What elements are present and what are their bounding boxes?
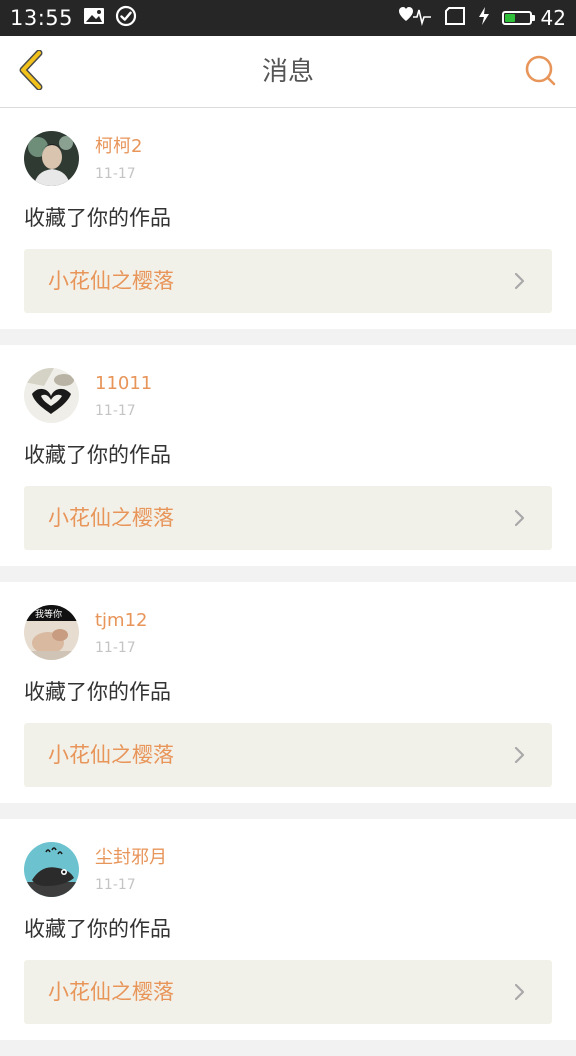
work-title: 小花仙之樱落 <box>48 743 174 767</box>
top-navbar: 消息 <box>0 36 576 108</box>
work-title: 小花仙之樱落 <box>48 980 174 1004</box>
message-date: 11-17 <box>95 166 136 182</box>
check-circle-icon <box>115 5 137 32</box>
username[interactable]: tjm12 <box>95 610 148 632</box>
message-date: 11-17 <box>95 640 136 656</box>
status-time: 13:55 <box>10 6 74 30</box>
search-icon <box>523 53 557 91</box>
avatar[interactable] <box>24 368 79 423</box>
message-text: 收藏了你的作品 <box>24 680 171 704</box>
battery-level: 42 <box>540 6 566 30</box>
chevron-right-icon <box>510 271 530 291</box>
work-link[interactable]: 小花仙之樱落 <box>24 486 552 550</box>
username[interactable]: 柯柯2 <box>95 136 142 158</box>
message-card: 11011 11-17 收藏了你的作品 小花仙之樱落 <box>0 345 576 566</box>
work-title: 小花仙之樱落 <box>48 506 174 530</box>
work-link[interactable]: 小花仙之樱落 <box>24 249 552 313</box>
message-card: 柯柯2 11-17 收藏了你的作品 小花仙之樱落 <box>0 108 576 329</box>
message-date: 11-17 <box>95 403 136 419</box>
search-button[interactable] <box>520 52 560 92</box>
charging-icon <box>478 6 490 31</box>
chevron-right-icon <box>510 508 530 528</box>
sim-icon <box>444 6 466 30</box>
chevron-right-icon <box>510 982 530 1002</box>
status-bar: 13:55 42 <box>0 0 576 36</box>
page-title: 消息 <box>261 57 314 87</box>
message-text: 收藏了你的作品 <box>24 206 171 230</box>
avatar[interactable] <box>24 131 79 186</box>
avatar[interactable]: F 我等你 <box>24 605 79 660</box>
battery-icon: 42 <box>501 6 566 30</box>
chevron-left-icon <box>17 49 47 94</box>
back-button[interactable] <box>10 49 54 94</box>
gallery-icon <box>83 6 105 30</box>
message-list: 柯柯2 11-17 收藏了你的作品 小花仙之樱落 11011 11-17 收藏了… <box>0 108 576 1056</box>
work-title: 小花仙之樱落 <box>48 269 174 293</box>
wifi-heart-icon <box>398 5 432 32</box>
work-link[interactable]: 小花仙之樱落 <box>24 723 552 787</box>
avatar-caption: F 我等你 <box>27 608 62 620</box>
message-text: 收藏了你的作品 <box>24 443 171 467</box>
work-link[interactable]: 小花仙之樱落 <box>24 960 552 1024</box>
chevron-right-icon <box>510 745 530 765</box>
message-text: 收藏了你的作品 <box>24 917 171 941</box>
message-date: 11-17 <box>95 877 136 893</box>
avatar[interactable] <box>24 842 79 897</box>
username[interactable]: 尘封邪月 <box>95 847 167 869</box>
message-card: 尘封邪月 11-17 收藏了你的作品 小花仙之樱落 <box>0 819 576 1040</box>
username[interactable]: 11011 <box>95 373 152 395</box>
message-card: F 我等你 tjm12 11-17 收藏了你的作品 小花仙之樱落 <box>0 582 576 803</box>
